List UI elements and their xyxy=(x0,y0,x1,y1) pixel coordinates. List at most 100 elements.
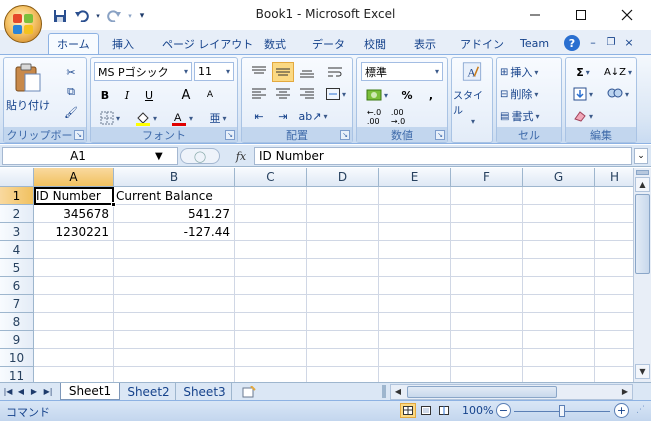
tab-addins[interactable]: アドイン xyxy=(452,33,512,54)
column-header-e[interactable]: E xyxy=(379,168,451,187)
percent-button[interactable]: % xyxy=(397,85,417,105)
font-launcher-icon[interactable]: ↘ xyxy=(225,130,235,140)
expand-formula-bar-icon[interactable]: ⌄ xyxy=(634,148,648,164)
vertical-scrollbar[interactable]: ▲ ▼ xyxy=(633,168,651,382)
number-launcher-icon[interactable]: ↘ xyxy=(435,130,445,140)
fill-handle[interactable] xyxy=(111,202,116,207)
tab-view[interactable]: 表示 xyxy=(406,33,444,54)
tab-split-handle[interactable] xyxy=(382,385,386,398)
increase-indent-icon[interactable]: ⇥ xyxy=(272,106,294,126)
underline-button[interactable]: U xyxy=(139,85,159,105)
row-header[interactable]: 3 xyxy=(0,223,34,241)
autosum-button[interactable]: Σ ▾ xyxy=(568,62,598,82)
row-header[interactable]: 10 xyxy=(0,349,34,367)
close-button[interactable] xyxy=(604,2,650,28)
wrap-text-icon[interactable] xyxy=(324,62,346,82)
tab-insert[interactable]: 挿入 xyxy=(104,33,142,54)
last-sheet-icon[interactable]: ▶| xyxy=(41,384,55,399)
borders-icon[interactable]: ▾ xyxy=(95,108,125,128)
shrink-font-button[interactable]: A xyxy=(199,85,221,105)
copy-icon[interactable]: ⧉ xyxy=(60,82,82,102)
align-top-icon[interactable] xyxy=(248,62,270,82)
comma-button[interactable]: , xyxy=(421,85,441,105)
tab-home[interactable]: ホーム xyxy=(48,33,99,54)
minimize-button[interactable] xyxy=(512,2,558,28)
first-sheet-icon[interactable]: |◀ xyxy=(2,384,14,399)
decrease-decimal-icon[interactable]: .00 →.0 xyxy=(387,107,409,127)
zoom-slider-thumb[interactable] xyxy=(559,405,565,417)
grow-font-button[interactable]: A xyxy=(175,85,197,105)
scroll-thumb[interactable] xyxy=(635,194,650,274)
insert-function-icon[interactable]: fx xyxy=(230,148,252,164)
page-break-view-icon[interactable] xyxy=(436,403,452,418)
font-name-select[interactable]: MS Pゴシック ▾ xyxy=(94,62,192,81)
maximize-button[interactable] xyxy=(558,2,604,28)
column-header-f[interactable]: F xyxy=(451,168,523,187)
zoom-out-icon[interactable]: − xyxy=(496,403,511,418)
column-header-g[interactable]: G xyxy=(523,168,595,187)
row-header[interactable]: 6 xyxy=(0,277,34,295)
sheet-tab-sheet3[interactable]: Sheet3 xyxy=(178,383,232,400)
phonetic-icon[interactable]: 亜 ▾ xyxy=(203,108,233,128)
font-color-icon[interactable]: A ▾ xyxy=(167,108,197,128)
bold-button[interactable]: B xyxy=(95,85,115,105)
clipboard-launcher-icon[interactable]: ↘ xyxy=(74,130,84,140)
cut-icon[interactable]: ✂ xyxy=(60,62,82,82)
row-header[interactable]: 1 xyxy=(0,187,34,205)
row-header[interactable]: 4 xyxy=(0,241,34,259)
page-layout-view-icon[interactable] xyxy=(418,403,434,418)
fill-icon[interactable]: ▾ xyxy=(568,84,598,104)
insert-cells-button[interactable]: ⊞ 挿入 ▾ xyxy=(499,62,561,82)
row-header[interactable]: 9 xyxy=(0,331,34,349)
column-header-h[interactable]: H xyxy=(595,168,635,187)
tab-page-layout[interactable]: ページ レイアウト xyxy=(154,33,261,54)
style-button[interactable]: A スタイル ▾ xyxy=(453,62,491,126)
ribbon-close-icon[interactable]: × xyxy=(622,34,636,50)
delete-cells-button[interactable]: ⊟ 削除 ▾ xyxy=(499,84,561,104)
row-header[interactable]: 7 xyxy=(0,295,34,313)
column-header-b[interactable]: B xyxy=(114,168,235,187)
cell-b1[interactable]: Current Balance xyxy=(114,187,235,205)
sheet-tab-sheet2[interactable]: Sheet2 xyxy=(122,383,176,400)
align-bottom-icon[interactable] xyxy=(296,62,318,82)
cell-b2[interactable]: 541.27 xyxy=(114,205,235,223)
format-cells-button[interactable]: ▤ 書式 ▾ xyxy=(499,106,561,126)
orientation-icon[interactable]: ab↗ ▾ xyxy=(298,106,328,126)
cell-a2[interactable]: 345678 xyxy=(34,205,114,223)
resize-grip-icon[interactable]: ⋰ xyxy=(636,405,648,417)
normal-view-icon[interactable] xyxy=(400,403,416,418)
tab-formulas[interactable]: 数式 xyxy=(256,33,294,54)
cell-b3[interactable]: -127.44 xyxy=(114,223,235,241)
fill-color-icon[interactable]: ▾ xyxy=(131,108,161,128)
help-icon[interactable]: ? xyxy=(564,35,580,51)
cell-a1[interactable]: ID Number xyxy=(34,187,114,205)
insert-sheet-icon[interactable] xyxy=(234,383,264,400)
align-left-icon[interactable] xyxy=(248,84,270,104)
row-header[interactable]: 5 xyxy=(0,259,34,277)
scroll-up-icon[interactable]: ▲ xyxy=(635,177,650,192)
select-all-corner[interactable] xyxy=(0,168,34,187)
office-button[interactable] xyxy=(4,5,42,43)
name-box[interactable]: A1 ▼ xyxy=(2,147,178,165)
find-select-icon[interactable]: ▾ xyxy=(602,84,634,104)
scroll-down-icon[interactable]: ▼ xyxy=(635,364,650,379)
hscroll-thumb[interactable] xyxy=(407,386,557,398)
formula-input[interactable]: ID Number xyxy=(254,147,632,165)
tab-review[interactable]: 校閲 xyxy=(356,33,394,54)
ribbon-minimize-icon[interactable]: – xyxy=(586,34,600,50)
formula-resize-handle[interactable]: ◯ xyxy=(180,148,220,164)
tab-team[interactable]: Team xyxy=(512,33,557,54)
zoom-level[interactable]: 100% xyxy=(462,404,493,417)
number-format-select[interactable]: 標準 ▾ xyxy=(361,62,443,81)
sheet-tab-sheet1[interactable]: Sheet1 xyxy=(60,383,120,400)
format-painter-icon[interactable]: 🖌 xyxy=(60,102,82,122)
row-header[interactable]: 11 xyxy=(0,367,34,382)
decrease-indent-icon[interactable]: ⇤ xyxy=(248,106,270,126)
alignment-launcher-icon[interactable]: ↘ xyxy=(340,130,350,140)
split-box-icon[interactable] xyxy=(636,170,649,175)
ribbon-restore-icon[interactable]: ❐ xyxy=(604,34,618,50)
cell-a3[interactable]: 1230221 xyxy=(34,223,114,241)
column-header-a[interactable]: A xyxy=(34,168,114,187)
row-header[interactable]: 2 xyxy=(0,205,34,223)
zoom-slider[interactable] xyxy=(514,405,610,417)
